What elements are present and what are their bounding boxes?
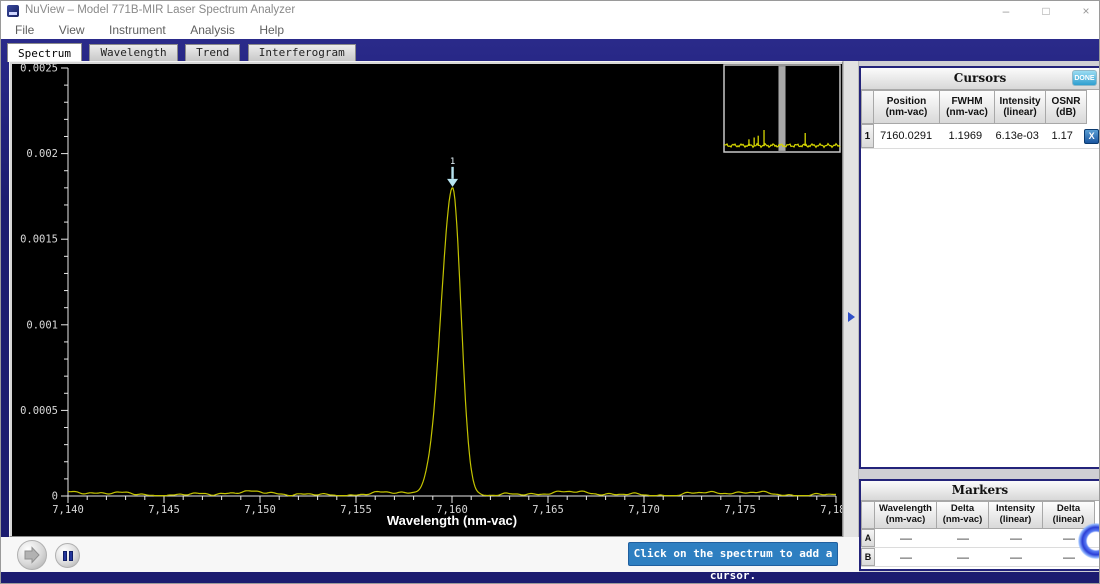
col-intensity-linear: Intensity (linear) [989, 501, 1043, 529]
app-icon [7, 5, 19, 17]
menu-file[interactable]: File [9, 21, 40, 39]
cursor-intensity-value: 6.13e-03 [995, 130, 1039, 142]
svg-text:0: 0 [52, 491, 58, 503]
svg-text:7,155: 7,155 [340, 504, 372, 516]
pause-icon [63, 551, 67, 561]
marker-b-header[interactable]: B [861, 548, 875, 566]
add-cursor-hint-button[interactable]: Click on the spectrum to add a cursor. [628, 542, 838, 582]
cursor-position-value: 7160.0291 [880, 130, 933, 142]
delete-cursor-button[interactable]: X [1084, 128, 1099, 144]
cursor-marker-1: 1 [447, 157, 459, 187]
panel-splitter[interactable] [843, 61, 859, 537]
markers-table-header: Wavelength (nm-vac) Delta (nm-vac) Intensi… [861, 501, 1099, 529]
play-button[interactable] [17, 540, 47, 570]
svg-text:7,150: 7,150 [244, 504, 276, 516]
overview-inset [723, 64, 841, 153]
tab-interferogram[interactable]: Interferogram [247, 44, 356, 62]
cursor-row-1: 1 7160.0291 1.1969 6.13e-03 1.17 X [861, 124, 1099, 149]
spectrum-plot[interactable]: 7,140 7,145 7,150 7,155 7,160 7,165 7,170 7,175… [12, 64, 842, 536]
cursor-row-header: 1 [861, 124, 874, 148]
cursors-panel-title: Cursors [953, 71, 1007, 85]
svg-text:7,165: 7,165 [532, 504, 564, 516]
pause-button[interactable] [55, 543, 80, 568]
svg-text:7,180: 7,180 [820, 504, 842, 516]
tick-labels: 7,140 7,145 7,150 7,155 7,160 7,165 7,170 7,175… [20, 64, 842, 516]
svg-text:1: 1 [450, 157, 455, 167]
col-osnr: OSNR (dB) [1046, 90, 1087, 124]
close-button[interactable]: × [1079, 1, 1093, 21]
tab-wavelength[interactable]: Wavelength [89, 44, 178, 62]
svg-text:7,145: 7,145 [148, 504, 180, 516]
tab-spectrum[interactable]: Spectrum [7, 43, 82, 62]
window-title: NuView – Model 771B-MIR Laser Spectrum A… [25, 4, 296, 16]
expand-panel-arrow-icon[interactable] [848, 312, 855, 322]
col-position: Position (nm-vac) [874, 90, 940, 124]
markers-panel: Markers Wavelength (nm-vac) Delta (nm-vac)… [859, 479, 1099, 571]
svg-text:0.002: 0.002 [26, 148, 58, 160]
overview-view-band [778, 65, 786, 152]
cursors-table-header: Position (nm-vac) FWHM (nm-vac) Intensity(… [861, 90, 1099, 124]
markers-panel-title: Markers [951, 483, 1009, 497]
svg-text:0.0005: 0.0005 [20, 405, 58, 417]
play-arrow-icon [24, 546, 40, 564]
menu-bar: File View Instrument Analysis Help [1, 21, 1099, 39]
marker-row-a: A — — — — [861, 529, 1099, 548]
svg-text:7,175: 7,175 [724, 504, 756, 516]
svg-text:0.0015: 0.0015 [20, 234, 58, 246]
marker-row-b: B — — — — [861, 548, 1099, 567]
maximize-button[interactable]: □ [1039, 1, 1053, 21]
tab-trend[interactable]: Trend [185, 44, 241, 62]
cursor-fwhm-value: 1.1969 [948, 130, 983, 142]
col-delta-nm: Delta (nm-vac) [937, 501, 989, 529]
menu-view[interactable]: View [53, 21, 91, 39]
tab-bar: Spectrum Wavelength Trend Interferogram [7, 43, 359, 62]
menu-analysis[interactable]: Analysis [184, 21, 241, 39]
spectrum-trace [68, 187, 837, 497]
svg-text:0.0025: 0.0025 [20, 64, 58, 75]
svg-text:7,170: 7,170 [628, 504, 660, 516]
col-wavelength: Wavelength (nm-vac) [875, 501, 937, 529]
svg-text:0.001: 0.001 [26, 319, 58, 331]
spectrum-plot-frame: 7,140 7,145 7,150 7,155 7,160 7,165 7,170 7,175… [9, 61, 843, 537]
app-window: NuView – Model 771B-MIR Laser Spectrum A… [0, 0, 1100, 584]
col-intensity: Intensity (linear) [995, 90, 1046, 124]
minimize-button[interactable]: – [999, 1, 1013, 21]
marker-a-header[interactable]: A [861, 529, 875, 547]
axes [61, 67, 837, 503]
menu-help[interactable]: Help [253, 21, 290, 39]
col-fwhm: FWHM (nm-vac) [940, 90, 995, 124]
done-button[interactable]: DONE [1072, 70, 1097, 86]
pause-icon [69, 551, 73, 561]
svg-text:7,140: 7,140 [52, 504, 84, 516]
cursor-osnr-value: 1.17 [1051, 130, 1073, 142]
cursors-panel: Cursors DONE Position (nm-vac) FWHM (nm-va… [859, 66, 1099, 469]
title-bar: NuView – Model 771B-MIR Laser Spectrum A… [1, 1, 1099, 21]
menu-instrument[interactable]: Instrument [103, 21, 172, 39]
x-axis-label: Wavelength (nm-vac) [387, 513, 517, 528]
